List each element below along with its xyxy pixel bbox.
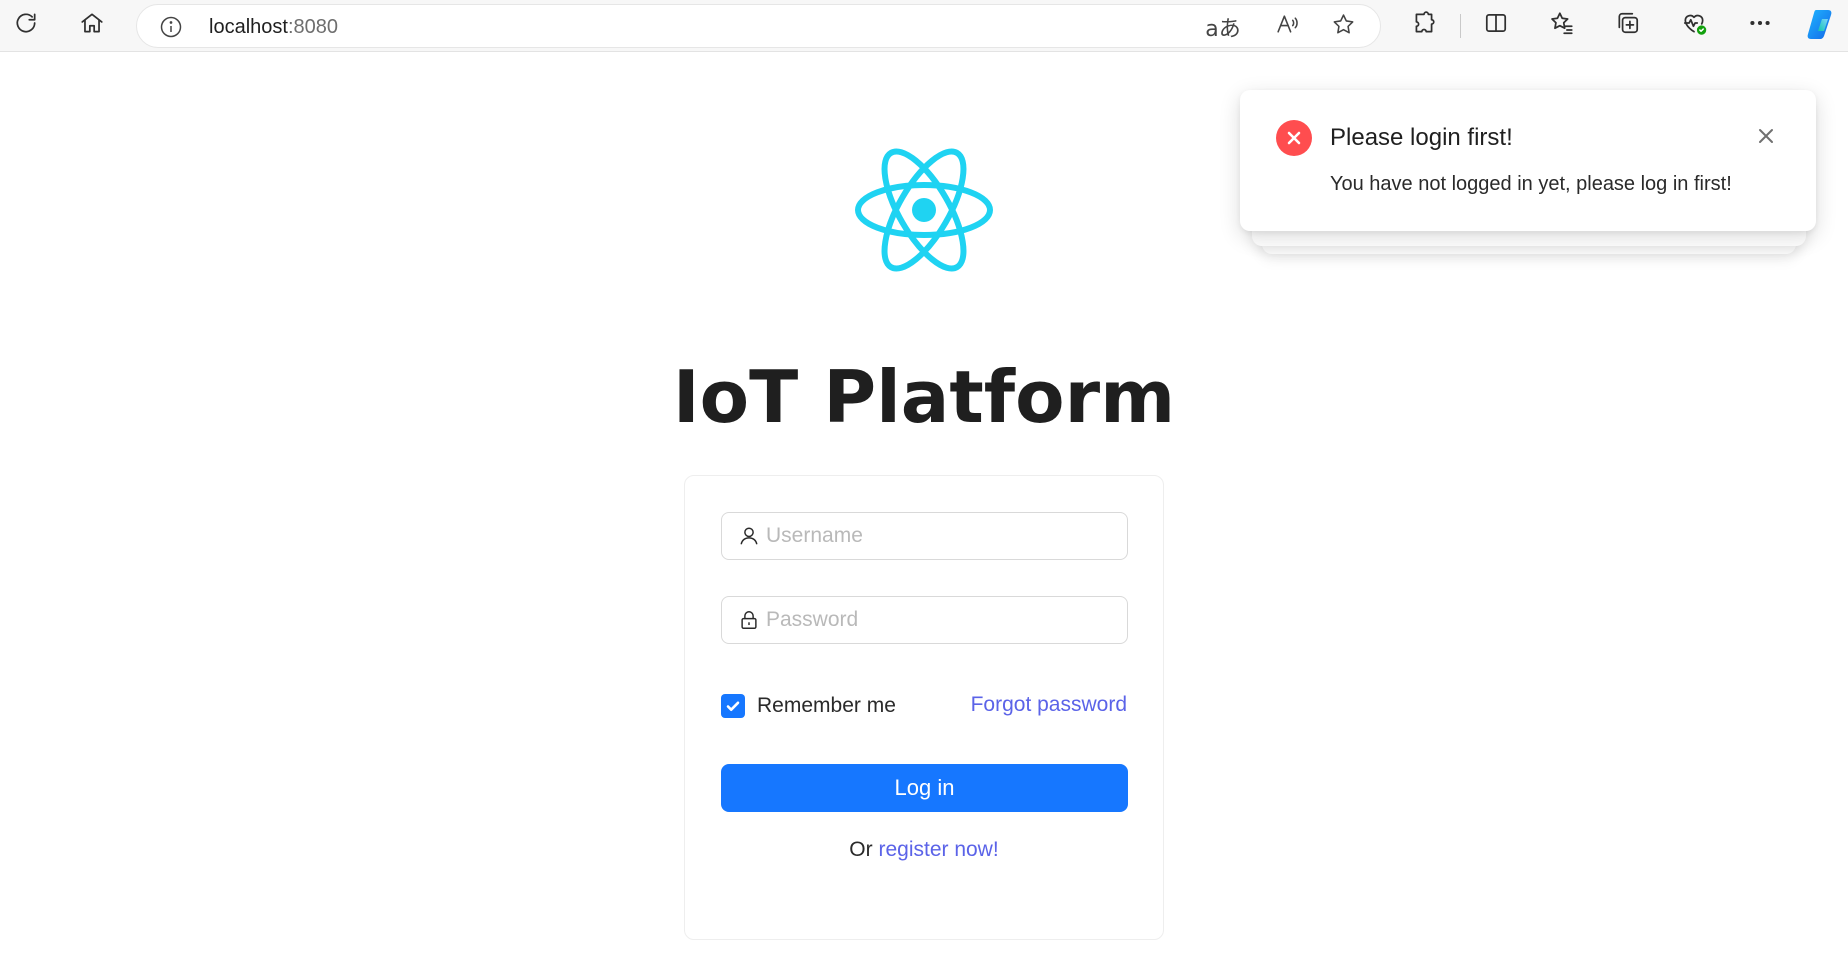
translate-icon: aあ [1205, 17, 1241, 42]
lock-icon [738, 609, 760, 631]
more-menu-button[interactable] [1740, 5, 1780, 45]
register-line: Or register now! [685, 838, 1163, 862]
error-notification: Please login first! You have not logged … [1240, 90, 1816, 231]
read-aloud-icon [1275, 12, 1300, 42]
more-icon [1747, 10, 1773, 41]
split-screen-button[interactable] [1476, 5, 1516, 45]
error-icon [1276, 120, 1312, 156]
copilot-icon [1804, 7, 1838, 46]
browser-essentials-button[interactable] [1674, 5, 1714, 45]
login-card: Remember me Forgot password Log in Or re… [684, 475, 1164, 940]
remember-me-checkbox[interactable]: Remember me [721, 692, 896, 720]
user-icon [738, 525, 760, 547]
copilot-button[interactable] [1802, 8, 1840, 44]
url-port: :8080 [287, 16, 338, 38]
remember-me-label: Remember me [757, 694, 896, 717]
login-button[interactable]: Log in [721, 764, 1128, 812]
notification-title: Please login first! [1330, 124, 1513, 151]
close-icon [1756, 126, 1776, 151]
browser-toolbar: localhost:8080 aあ [0, 0, 1848, 52]
address-bar[interactable]: localhost:8080 aあ [136, 4, 1381, 48]
forgot-password-link[interactable]: Forgot password [971, 693, 1127, 717]
star-icon [1331, 12, 1356, 42]
refresh-button[interactable] [6, 5, 46, 45]
collections-button[interactable] [1608, 5, 1648, 45]
register-prefix: Or [849, 838, 873, 861]
url-host: localhost [209, 16, 288, 38]
register-link[interactable]: register now! [878, 838, 998, 861]
favorites-icon [1549, 10, 1575, 41]
app-title: IoT Platform [672, 355, 1176, 439]
react-atom-logo [850, 136, 998, 284]
home-icon [79, 10, 105, 41]
translate-button[interactable]: aあ [1203, 7, 1243, 47]
heartbeat-icon [1681, 10, 1707, 41]
favorites-button[interactable] [1542, 5, 1582, 45]
username-field[interactable] [721, 512, 1128, 560]
password-input[interactable] [766, 603, 1116, 637]
read-aloud-button[interactable] [1267, 7, 1307, 47]
extensions-button[interactable] [1404, 5, 1444, 45]
add-favorite-button[interactable] [1323, 7, 1363, 47]
password-field[interactable] [721, 596, 1128, 644]
close-notification-button[interactable] [1754, 126, 1778, 150]
site-info-icon[interactable] [159, 15, 183, 39]
notification-description: You have not logged in yet, please log i… [1330, 173, 1732, 195]
checkbox-checked[interactable] [721, 694, 745, 718]
home-button[interactable] [72, 5, 112, 45]
toolbar-divider [1460, 14, 1461, 38]
extensions-icon [1411, 10, 1437, 41]
refresh-icon [13, 10, 39, 41]
url-text[interactable]: localhost:8080 [209, 16, 338, 38]
split-screen-icon [1483, 10, 1509, 41]
username-input[interactable] [766, 519, 1116, 553]
collections-icon [1615, 10, 1641, 41]
